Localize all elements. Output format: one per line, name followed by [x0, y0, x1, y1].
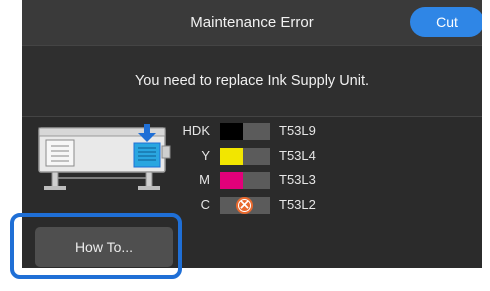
ink-row-m: M T53L3 — [22, 170, 482, 190]
ink-row-y: Y T53L4 — [22, 146, 482, 166]
ink-name: HDK — [182, 123, 210, 138]
ink-code: T53L2 — [279, 197, 316, 212]
ink-slot — [220, 123, 270, 140]
ink-name: Y — [201, 148, 210, 163]
ink-row-hdk: HDK T53L9 — [22, 121, 482, 141]
how-to-highlight-frame — [10, 213, 182, 279]
ink-name: C — [200, 197, 210, 212]
ink-name: M — [199, 172, 210, 187]
ink-level-swatch — [220, 172, 243, 189]
ink-slot — [220, 172, 270, 189]
ink-level-swatch — [220, 148, 243, 165]
ink-slot — [220, 148, 270, 165]
ink-level-swatch — [220, 123, 243, 140]
error-x-icon — [236, 197, 253, 214]
ink-row-c: C T53L2 — [22, 195, 482, 215]
ink-code: T53L9 — [279, 123, 316, 138]
ink-slot — [220, 197, 270, 214]
ink-code: T53L4 — [279, 148, 316, 163]
ink-code: T53L3 — [279, 172, 316, 187]
